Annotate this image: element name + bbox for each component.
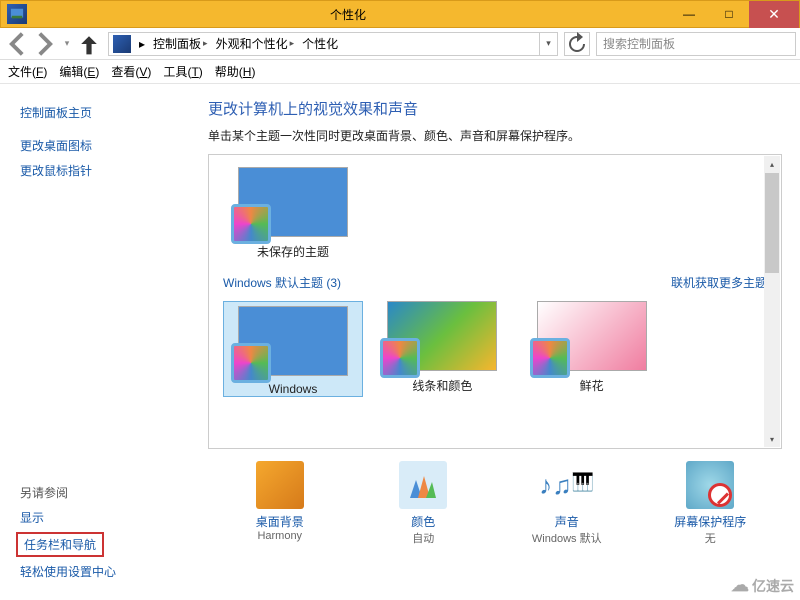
breadcrumb-item[interactable]: 外观和个性化▸ [212, 32, 299, 56]
screensaver-button[interactable]: 屏幕保护程序 无 [650, 461, 770, 546]
theme-flowers[interactable]: 鲜花 [522, 301, 662, 394]
wallpaper-icon [256, 461, 304, 509]
title-bar: 个性化 — □ ✕ [0, 0, 800, 28]
location-icon [113, 35, 131, 53]
sidebar-link-ease-of-access[interactable]: 轻松使用设置中心 [12, 559, 188, 584]
address-dropdown[interactable]: ▾ [539, 33, 557, 55]
menu-edit[interactable]: 编辑(E) [59, 63, 99, 80]
maximize-button[interactable]: □ [709, 1, 749, 28]
theme-unsaved[interactable]: 未保存的主题 [223, 167, 363, 260]
back-button[interactable] [4, 31, 30, 57]
main-panel: ? 更改计算机上的视觉效果和声音 单击某个主题一次性同时更改桌面背景、颜色、声音… [200, 84, 800, 600]
search-input[interactable]: 搜索控制面板 [596, 32, 796, 56]
up-button[interactable] [76, 31, 102, 57]
get-more-themes-link[interactable]: 联机获取更多主题 [671, 274, 767, 291]
theme-windows[interactable]: Windows [223, 301, 363, 397]
theme-lines-colors[interactable]: 线条和颜色 [372, 301, 512, 394]
sidebar-link-mouse-pointer[interactable]: 更改鼠标指针 [12, 158, 188, 183]
color-icon [399, 461, 447, 509]
sidebar-link-display[interactable]: 显示 [12, 505, 188, 530]
themes-listbox: 未保存的主题 联机获取更多主题 Windows 默认主题 (3) Windows… [208, 154, 782, 449]
themes-scrollbar[interactable]: ▴▾ [764, 156, 780, 447]
forward-button[interactable] [32, 31, 58, 57]
menu-tools[interactable]: 工具(T) [163, 63, 202, 80]
settings-footer: 桌面背景 Harmony 颜色 自动 ♪♫🎹 声音 Windows 默认 屏幕保… [208, 461, 782, 546]
sound-icon: ♪♫🎹 [543, 461, 591, 509]
menu-help[interactable]: 帮助(H) [215, 63, 256, 80]
color-button[interactable]: 颜色 自动 [363, 461, 483, 546]
page-subtext: 单击某个主题一次性同时更改桌面背景、颜色、声音和屏幕保护程序。 [208, 127, 782, 144]
menu-bar: 文件(F) 编辑(E) 查看(V) 工具(T) 帮助(H) [0, 60, 800, 84]
refresh-button[interactable] [564, 32, 590, 56]
screensaver-icon [686, 461, 734, 509]
page-heading: 更改计算机上的视觉效果和声音 [208, 98, 782, 119]
recent-dropdown[interactable]: ▾ [60, 31, 74, 57]
minimize-button[interactable]: — [669, 1, 709, 28]
address-bar[interactable]: ▸ 控制面板▸ 外观和个性化▸ 个性化 ▾ [108, 32, 558, 56]
close-button[interactable]: ✕ [749, 1, 799, 28]
search-placeholder: 搜索控制面板 [603, 35, 675, 52]
sidebar-link-home[interactable]: 控制面板主页 [12, 100, 188, 125]
sidebar-link-desktop-icons[interactable]: 更改桌面图标 [12, 133, 188, 158]
app-icon [7, 4, 27, 24]
menu-file[interactable]: 文件(F) [8, 63, 47, 80]
nav-bar: ▾ ▸ 控制面板▸ 外观和个性化▸ 个性化 ▾ 搜索控制面板 [0, 28, 800, 60]
watermark: ☁亿速云 [731, 575, 794, 596]
see-also-label: 另请参阅 [12, 480, 188, 505]
window-title: 个性化 [27, 6, 669, 23]
sidebar-link-taskbar-nav[interactable]: 任务栏和导航 [16, 532, 104, 557]
desktop-background-button[interactable]: 桌面背景 Harmony [220, 461, 340, 546]
sound-button[interactable]: ♪♫🎹 声音 Windows 默认 [507, 461, 627, 546]
breadcrumb-item[interactable]: 个性化 [298, 32, 342, 56]
breadcrumb-item[interactable]: 控制面板▸ [149, 32, 212, 56]
menu-view[interactable]: 查看(V) [111, 63, 151, 80]
sidebar: 控制面板主页 更改桌面图标 更改鼠标指针 另请参阅 显示 任务栏和导航 轻松使用… [0, 84, 200, 600]
